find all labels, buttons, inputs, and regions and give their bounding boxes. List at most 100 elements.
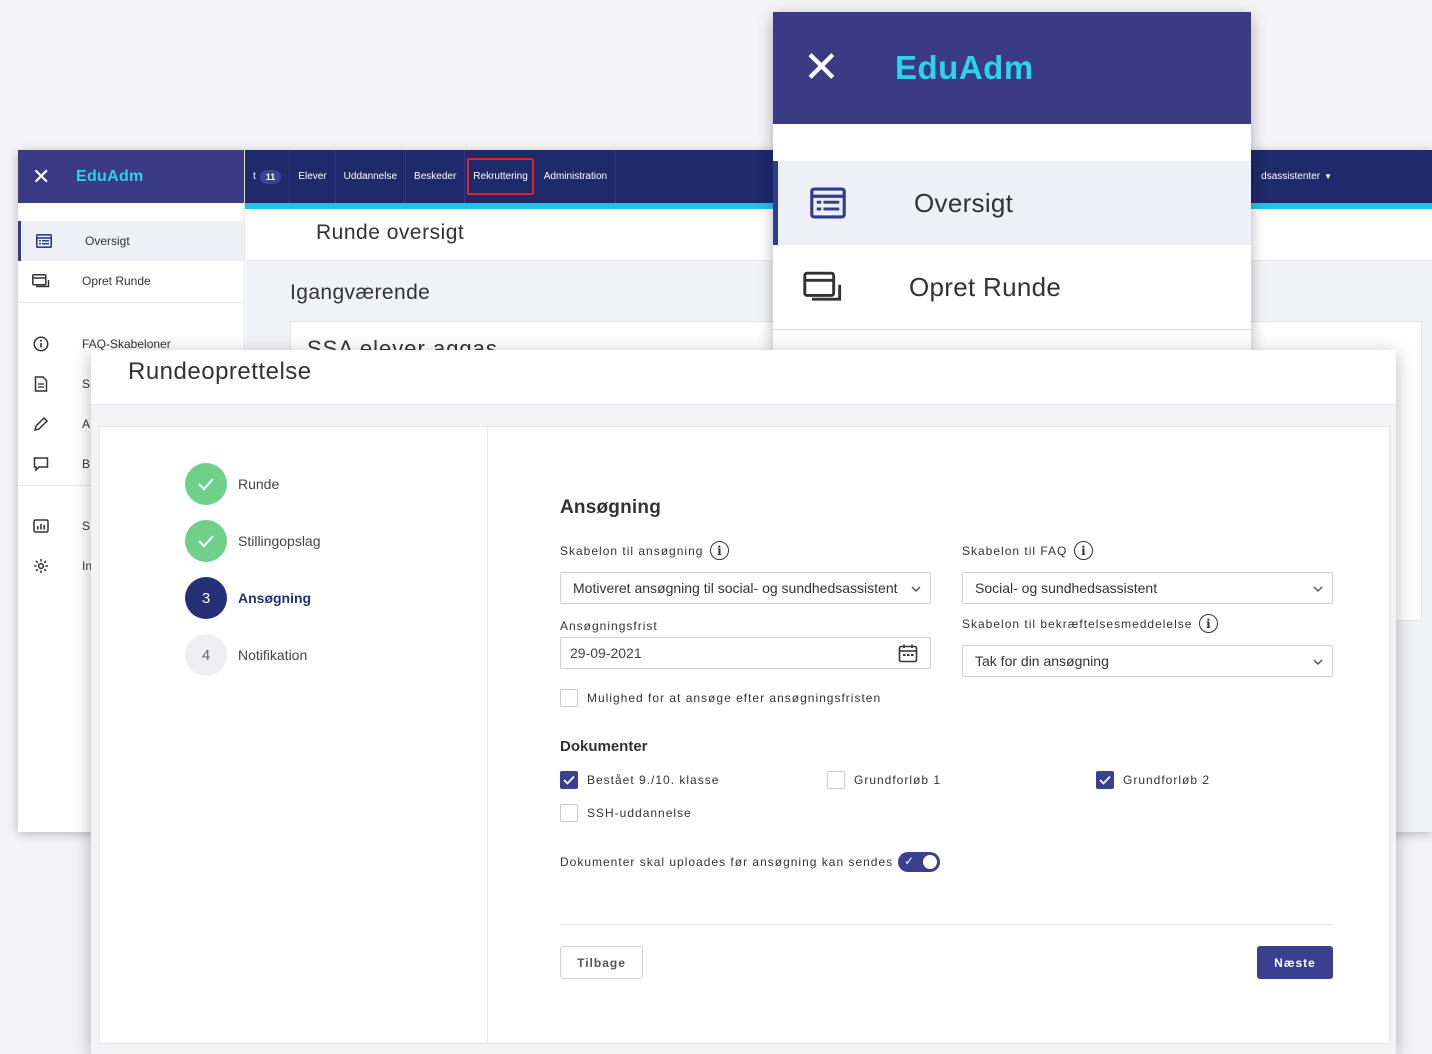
close-icon[interactable]: ✕	[803, 46, 895, 90]
user-menu[interactable]: dsassistenter ▼	[1261, 150, 1332, 203]
zoom-sidebar-item-oversigt[interactable]: Oversigt	[773, 161, 1251, 245]
zoom-sidebar-header: ✕ EduAdm	[773, 12, 1251, 124]
faq-label: Skabelon til FAQ i	[962, 541, 1094, 560]
sidebar-item-label: A	[82, 417, 91, 431]
check-icon[interactable]	[560, 771, 578, 789]
deadline-date-input[interactable]: 29-09-2021	[560, 637, 931, 669]
step-label: Runde	[238, 476, 280, 492]
chat-icon	[18, 456, 64, 472]
step-stillingopslag[interactable]: Stillingopslag	[185, 520, 321, 562]
confirmation-label: Skabelon til bekræftelsesmeddelelse i	[962, 614, 1219, 633]
document-checkbox-row[interactable]: Grundforløb 2	[1096, 771, 1210, 789]
section-title: Ansøgning	[560, 497, 662, 518]
info-icon[interactable]: i	[710, 541, 730, 560]
check-icon	[185, 520, 227, 562]
window-add-icon	[773, 271, 873, 303]
zoom-sidebar-item-opret-runde[interactable]: Opret Runde	[773, 245, 1251, 329]
sidebar-item-opret-runde[interactable]: Opret Runde	[18, 261, 244, 301]
nav-tab-elever[interactable]: Elever	[290, 150, 336, 203]
calendar-icon[interactable]	[898, 643, 918, 666]
confirmation-select-value: Tak for din ansøgning	[975, 653, 1109, 669]
step-label: Ansøgning	[238, 590, 312, 606]
close-icon[interactable]: ✕	[32, 164, 72, 190]
document-icon	[18, 376, 64, 392]
sidebar-item-label: FAQ-Skabeloner	[82, 337, 171, 351]
sidebar-item-label: S	[82, 519, 91, 533]
toggle-knob	[923, 855, 938, 869]
chevron-down-icon	[910, 582, 922, 598]
sidebar-item-label: Oversigt	[85, 234, 130, 248]
document-label: Grundforløb 2	[1123, 773, 1211, 787]
step-label: Stillingopslag	[238, 533, 321, 549]
nav-tab-administration[interactable]: Administration	[536, 150, 617, 203]
faq-select[interactable]: Social- og sundhedsassistent	[962, 572, 1333, 604]
step-number: 4	[185, 634, 227, 676]
stepper: Runde Stillingopslag 3 Ansøgning 4 Notif…	[100, 427, 488, 1043]
document-label: SSH-uddannelse	[587, 806, 692, 820]
back-button[interactable]: Tilbage	[560, 946, 643, 979]
form-divider	[560, 924, 1333, 925]
step-notifikation[interactable]: 4 Notifikation	[185, 634, 307, 676]
chevron-down-icon	[1312, 655, 1324, 671]
template-select-value: Motiveret ansøgning til social- og sundh…	[573, 580, 898, 596]
chart-icon	[18, 519, 64, 533]
document-checkbox-row[interactable]: Grundforløb 1	[827, 771, 941, 789]
nav-tab-partial[interactable]: t 11	[245, 150, 291, 203]
page-title: Runde oversigt	[316, 221, 465, 244]
check-icon	[185, 463, 227, 505]
info-icon[interactable]: i	[1199, 614, 1219, 633]
sidebar-header: ✕ EduAdm	[18, 150, 244, 203]
list-icon	[21, 234, 67, 248]
application-form: Ansøgning Skabelon til ansøgning i Motiv…	[560, 427, 1340, 1043]
upload-required-label: Dokumenter skal uploades før ansøgning k…	[560, 855, 894, 869]
check-icon: ✓	[904, 854, 916, 868]
brand-logo: EduAdm	[76, 167, 144, 185]
info-icon[interactable]: i	[1074, 541, 1094, 560]
document-checkbox-row[interactable]: SSH-uddannelse	[560, 804, 692, 822]
chevron-down-icon	[1312, 582, 1324, 598]
confirmation-label-text: Skabelon til bekræftelsesmeddelelse	[962, 616, 1193, 631]
settings-icon	[18, 558, 64, 574]
sidebar-item-label: B	[82, 457, 91, 471]
nav-tab-rekruttering[interactable]: Rekruttering	[467, 158, 534, 195]
list-icon	[778, 187, 878, 219]
nav-tab-beskeder[interactable]: Beskeder	[406, 150, 466, 203]
nav-count-badge: 11	[259, 169, 282, 184]
nav-tab-uddannelse[interactable]: Uddannelse	[336, 150, 407, 203]
document-label: Bestået 9./10. klasse	[587, 773, 720, 787]
sidebar-item-label: S	[82, 377, 91, 391]
step-ansogning[interactable]: 3 Ansøgning	[185, 577, 311, 619]
template-select[interactable]: Motiveret ansøgning til social- og sundh…	[560, 572, 931, 604]
round-creation-dialog: Rundeoprettelse Runde Stillingopslag 3 A…	[91, 350, 1396, 1054]
zoomed-sidebar-callout: ✕ EduAdm Oversigt Opret Runde	[773, 12, 1251, 350]
next-button[interactable]: Næste	[1257, 946, 1333, 979]
faq-label-text: Skabelon til FAQ	[962, 543, 1068, 558]
user-menu-label: dsassistenter	[1261, 171, 1321, 182]
late-apply-checkbox-row[interactable]: Mulighed for at ansøge efter ansøgningsf…	[560, 689, 881, 707]
window-add-icon	[18, 274, 64, 288]
template-label: Skabelon til ansøgning i	[560, 541, 730, 560]
upload-required-toggle[interactable]: ✓	[898, 852, 941, 872]
document-checkbox[interactable]	[560, 804, 578, 822]
sidebar-item-label: Opret Runde	[82, 274, 151, 288]
caret-down-icon: ▼	[1324, 172, 1332, 181]
section-subtitle: Igangværende	[290, 281, 431, 304]
step-label: Notifikation	[238, 647, 308, 663]
check-icon[interactable]	[1096, 771, 1114, 789]
documents-title: Dokumenter	[560, 738, 648, 755]
late-apply-checkbox[interactable]	[560, 689, 578, 707]
deadline-label: Ansøgningsfrist	[560, 619, 658, 633]
step-runde[interactable]: Runde	[185, 463, 279, 505]
zoom-sidebar-item-label: Oversigt	[914, 187, 1014, 218]
sidebar-item-oversigt[interactable]: Oversigt	[18, 221, 244, 261]
faq-select-value: Social- og sundhedsassistent	[975, 580, 1158, 596]
info-icon	[18, 336, 64, 352]
brand-logo: EduAdm	[895, 49, 1034, 86]
confirmation-select[interactable]: Tak for din ansøgning	[962, 645, 1333, 677]
nav-tabs: t 11 Elever Uddannelse Beskeder Rekrutte…	[245, 150, 617, 203]
zoom-sidebar-item-label: Opret Runde	[909, 271, 1062, 302]
document-checkbox-row[interactable]: Bestået 9./10. klasse	[560, 771, 719, 789]
upload-required-row: Dokumenter skal uploades før ansøgning k…	[560, 852, 941, 872]
dialog-title: Rundeoprettelse	[128, 358, 312, 385]
document-checkbox[interactable]	[827, 771, 845, 789]
